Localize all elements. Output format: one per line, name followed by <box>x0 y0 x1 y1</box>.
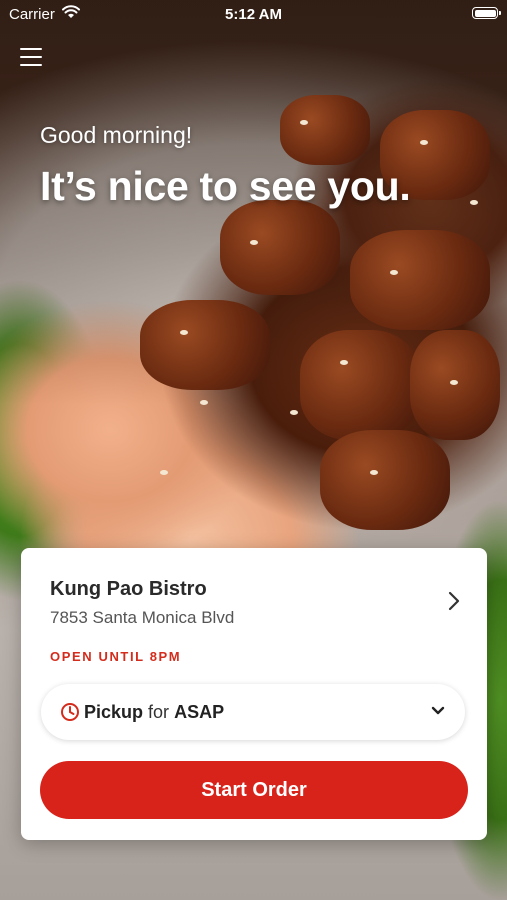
order-mode-for: for <box>148 702 170 722</box>
order-mode-text: Pickup for ASAP <box>84 702 224 723</box>
start-order-button[interactable]: Start Order <box>40 761 468 819</box>
order-time-value: ASAP <box>174 702 225 722</box>
chevron-right-icon[interactable] <box>447 590 461 612</box>
clock-icon <box>61 703 79 721</box>
clock-time: 5:12 AM <box>225 6 282 23</box>
chevron-down-icon <box>431 706 445 715</box>
greeting-text: Good morning! <box>40 122 193 148</box>
store-name[interactable]: Kung Pao Bistro <box>50 578 207 601</box>
hamburger-menu-icon[interactable] <box>20 48 42 68</box>
order-mode-selector[interactable]: Pickup for ASAP <box>41 684 465 740</box>
status-bar: Carrier 5:12 AM <box>0 0 507 28</box>
store-card: Kung Pao Bistro 7853 Santa Monica Blvd O… <box>21 548 487 840</box>
welcome-headline: It’s nice to see you. <box>40 163 411 209</box>
store-address: 7853 Santa Monica Blvd <box>50 608 235 627</box>
order-mode-value: Pickup <box>84 702 144 722</box>
battery-icon <box>472 7 501 19</box>
store-hours-label: OPEN UNTIL 8PM <box>50 649 182 664</box>
